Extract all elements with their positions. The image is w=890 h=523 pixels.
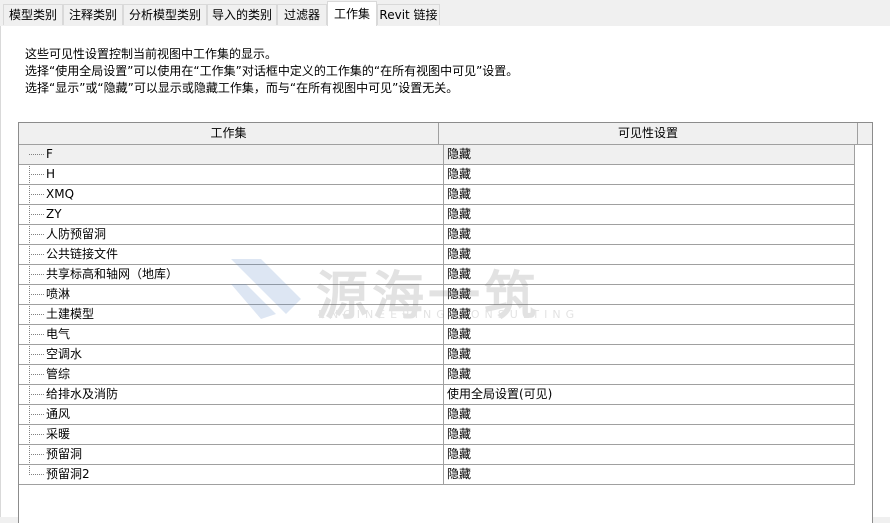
visibility-setting[interactable]: 隐藏 [443,345,847,364]
tab-0[interactable]: 模型类别 [3,4,63,25]
table-row[interactable]: F 隐藏 [19,145,855,165]
visibility-setting[interactable]: 隐藏 [443,365,847,384]
description-line: 选择“显示”或“隐藏”可以显示或隐藏工作集，而与“在所有视图中可见”设置无关。 [25,81,459,95]
workset-name: H [46,167,56,181]
tab-5[interactable]: 工作集 [327,1,377,27]
visibility-setting[interactable]: 隐藏 [443,305,847,324]
table-row[interactable]: 预留洞2 隐藏 [19,465,855,485]
table-row[interactable]: 电气 隐藏 [19,325,855,345]
visibility-setting[interactable]: 隐藏 [443,225,847,244]
tab-2[interactable]: 分析模型类别 [123,4,207,25]
tree-connector [29,434,44,435]
tree-connector [29,334,44,335]
tab-1[interactable]: 注释类别 [63,4,123,25]
description-line: 这些可见性设置控制当前视图中工作集的显示。 [25,47,278,61]
worksets-panel: 这些可见性设置控制当前视图中工作集的显示。 选择“使用全局设置”可以使用在“工作… [0,26,890,523]
tree-connector [29,174,44,175]
table-row[interactable]: 公共链接文件 隐藏 [19,245,855,265]
visibility-setting[interactable]: 隐藏 [443,285,847,304]
visibility-setting[interactable]: 隐藏 [443,185,847,204]
tree-connector [29,234,44,235]
workset-name: 管综 [46,367,71,381]
tree-connector [29,374,44,375]
workset-name: 人防预留洞 [46,227,107,241]
table-row[interactable]: 管综 隐藏 [19,365,855,385]
table-row[interactable]: XMQ 隐藏 [19,185,855,205]
description: 这些可见性设置控制当前视图中工作集的显示。 选择“使用全局设置”可以使用在“工作… [25,46,518,97]
workset-name: 共享标高和轴网（地库） [46,267,179,281]
tree-connector [29,194,44,195]
tree-connector [29,254,44,255]
description-line: 选择“使用全局设置”可以使用在“工作集”对话框中定义的工作集的“在所有视图中可见… [25,64,519,78]
workset-name: 空调水 [46,347,83,361]
visibility-setting[interactable]: 隐藏 [443,405,847,424]
table-row[interactable]: 给排水及消防 使用全局设置(可见) [19,385,855,405]
table-row[interactable]: 通风 隐藏 [19,405,855,425]
tree-connector [29,214,44,215]
workset-name: 通风 [46,407,71,421]
table-row[interactable]: 土建模型 隐藏 [19,305,855,325]
tree-connector [29,394,44,395]
visibility-setting[interactable]: 使用全局设置(可见) [443,385,847,404]
worksets-table: 工作集 可见性设置 F 隐藏 H 隐藏 XMQ 隐藏 ZY 隐藏 人防预留洞 隐藏 公共链接文件 隐藏… [18,122,873,523]
table-row[interactable]: 空调水 隐藏 [19,345,855,365]
table-row[interactable]: 人防预留洞 隐藏 [19,225,855,245]
workset-name: F [46,147,53,161]
workset-name: ZY [46,207,62,221]
tree-connector [29,454,44,455]
tab-6[interactable]: Revit 链接 [377,4,440,25]
visibility-setting[interactable]: 隐藏 [443,145,847,164]
tree-connector [29,154,44,155]
workset-name: XMQ [46,187,75,201]
header-workset[interactable]: 工作集 [19,123,439,144]
tab-3[interactable]: 导入的类别 [207,4,277,25]
table-row[interactable]: 预留洞 隐藏 [19,445,855,465]
visibility-setting[interactable]: 隐藏 [443,245,847,264]
tab-4[interactable]: 过滤器 [277,4,327,25]
workset-name: 采暖 [46,427,71,441]
tree-connector [29,354,44,355]
workset-name: 预留洞 [46,447,83,461]
visibility-setting[interactable]: 隐藏 [443,425,847,444]
tree-connector [29,314,44,315]
visibility-setting[interactable]: 隐藏 [443,165,847,184]
tab-bar: 模型类别 注释类别 分析模型类别 导入的类别 过滤器 工作集 Revit 链接 [0,0,890,27]
table-header: 工作集 可见性设置 [19,123,872,145]
visibility-setting[interactable]: 隐藏 [443,465,847,484]
table-row[interactable]: H 隐藏 [19,165,855,185]
table-row[interactable]: 喷淋 隐藏 [19,285,855,305]
workset-name: 电气 [46,327,71,341]
tree-connector [29,274,44,275]
workset-name: 给排水及消防 [46,387,119,401]
tree-connector [29,294,44,295]
table-row[interactable]: 采暖 隐藏 [19,425,855,445]
visibility-setting[interactable]: 隐藏 [443,205,847,224]
tree-connector [29,414,44,415]
visibility-setting[interactable]: 隐藏 [443,445,847,464]
header-visibility[interactable]: 可见性设置 [439,123,858,144]
table-row[interactable]: 共享标高和轴网（地库） 隐藏 [19,265,855,285]
workset-name: 预留洞2 [46,467,90,481]
visibility-setting[interactable]: 隐藏 [443,325,847,344]
table-row[interactable]: ZY 隐藏 [19,205,855,225]
workset-name: 喷淋 [46,287,71,301]
tree-connector [29,474,44,475]
workset-name: 公共链接文件 [46,247,119,261]
visibility-setting[interactable]: 隐藏 [443,265,847,284]
workset-name: 土建模型 [46,307,95,321]
